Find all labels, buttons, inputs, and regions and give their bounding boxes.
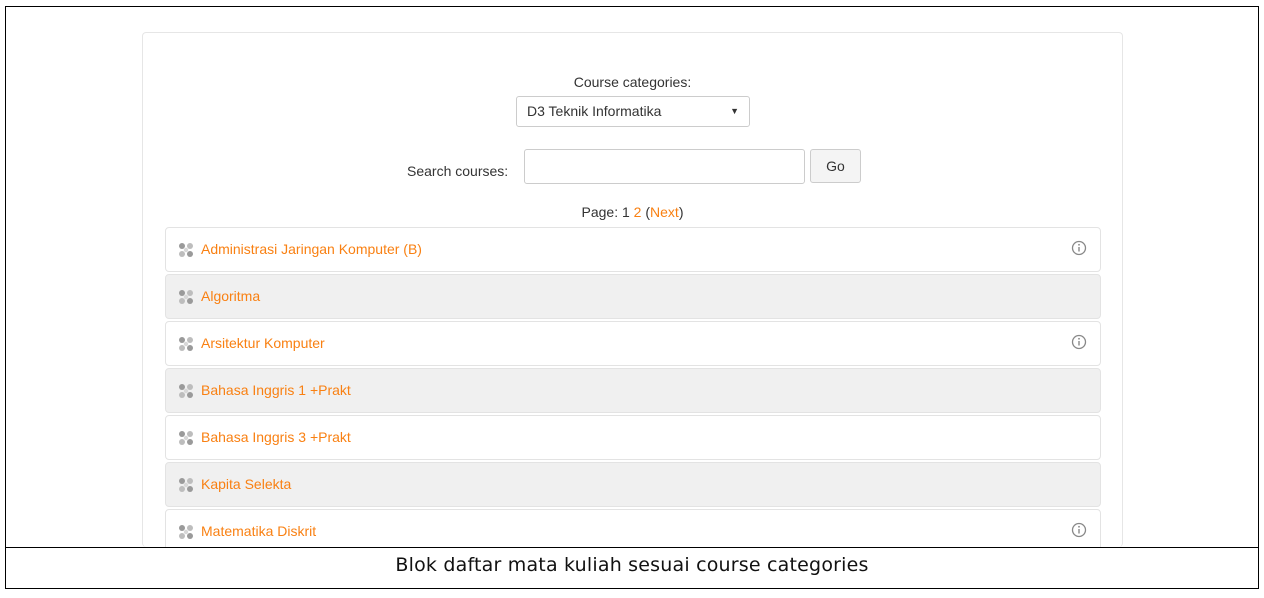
course-row: Kapita Selekta xyxy=(165,462,1101,507)
course-icon xyxy=(177,476,195,494)
course-row: Algoritma xyxy=(165,274,1101,319)
course-categories-label: Course categories: xyxy=(573,74,692,90)
course-icon xyxy=(177,429,195,447)
course-icon xyxy=(177,523,195,541)
pagination-paren-close: ) xyxy=(678,204,684,220)
pagination-page-2-link[interactable]: 2 xyxy=(634,204,642,220)
course-icon xyxy=(177,382,195,400)
course-icon xyxy=(177,241,195,259)
info-icon[interactable] xyxy=(1071,240,1087,256)
course-icon xyxy=(177,335,195,353)
course-row: Administrasi Jaringan Komputer (B) xyxy=(165,227,1101,272)
caret-down-icon: ▼ xyxy=(730,106,739,116)
course-row: Bahasa Inggris 1 +Prakt xyxy=(165,368,1101,413)
course-categories-selected: D3 Teknik Informatika xyxy=(527,103,662,119)
pagination-prefix: Page: xyxy=(581,204,619,220)
course-name-link[interactable]: Administrasi Jaringan Komputer (B) xyxy=(201,241,422,257)
course-name-link[interactable]: Algoritma xyxy=(201,288,260,304)
caption-divider xyxy=(5,547,1259,548)
figure-caption: Blok daftar mata kuliah sesuai course ca… xyxy=(395,554,869,576)
course-icon xyxy=(177,288,195,306)
course-list: Administrasi Jaringan Komputer (B) Algori… xyxy=(165,227,1101,547)
course-name-link[interactable]: Arsitektur Komputer xyxy=(201,335,325,351)
course-row: Bahasa Inggris 3 +Prakt xyxy=(165,415,1101,460)
course-name-link[interactable]: Bahasa Inggris 1 +Prakt xyxy=(201,382,351,398)
info-icon[interactable] xyxy=(1071,334,1087,350)
course-name-link[interactable]: Matematika Diskrit xyxy=(201,523,316,539)
pagination-current-page: 1 xyxy=(621,204,630,220)
info-icon[interactable] xyxy=(1071,522,1087,538)
pagination-next-link[interactable]: Next xyxy=(650,204,679,220)
pagination: Page: 1 2 (Next) xyxy=(143,204,1122,220)
course-name-link[interactable]: Bahasa Inggris 3 +Prakt xyxy=(201,429,351,445)
course-row: Arsitektur Komputer xyxy=(165,321,1101,366)
search-courses-input[interactable] xyxy=(524,149,805,184)
search-courses-label: Search courses: xyxy=(407,163,509,179)
course-name-link[interactable]: Kapita Selekta xyxy=(201,476,291,492)
go-button[interactable]: Go xyxy=(810,149,861,183)
course-list-block: Course categories: D3 Teknik Informatika… xyxy=(142,32,1123,547)
course-row: Matematika Diskrit xyxy=(165,509,1101,547)
course-categories-select[interactable]: D3 Teknik Informatika ▼ xyxy=(516,96,750,127)
